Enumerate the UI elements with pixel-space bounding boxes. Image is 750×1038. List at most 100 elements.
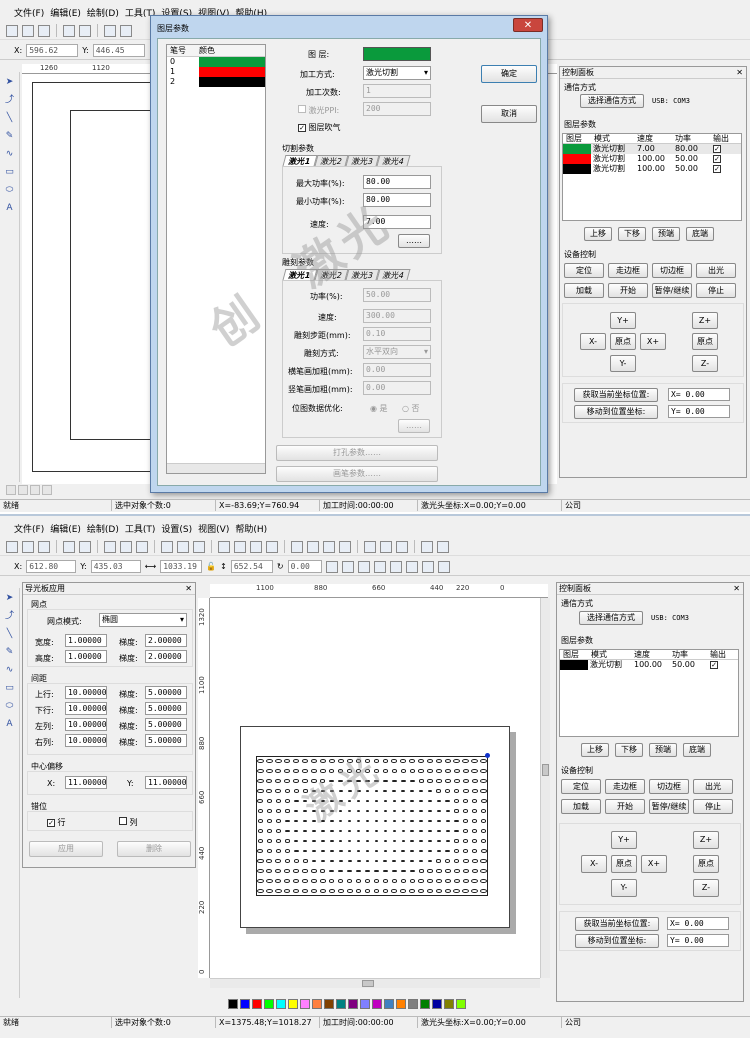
align-icon[interactable] <box>373 560 386 573</box>
layer-table-row[interactable]: 激光切割 100.00 50.00 ✓ <box>563 164 741 174</box>
menu-help[interactable]: 帮助(H) <box>235 522 267 535</box>
cancel-button[interactable]: 取消 <box>481 105 537 123</box>
y-coord-field[interactable]: 435.03 <box>90 560 141 573</box>
step-field[interactable]: 0.10 <box>363 327 431 341</box>
hand-pan-icon[interactable] <box>193 540 205 553</box>
y-position-field[interactable]: Y= 0.00 <box>668 405 730 418</box>
angle-field[interactable]: 0.00 <box>287 560 322 573</box>
pen-list-row[interactable]: 0 <box>167 57 265 67</box>
palette-swatch[interactable] <box>264 999 274 1009</box>
width-field[interactable]: 1033.19 <box>160 560 203 573</box>
canvas-vscrollbar[interactable] <box>540 598 550 978</box>
save-icon[interactable] <box>38 24 50 37</box>
width-gradient-field[interactable]: 2.00000 <box>145 634 187 647</box>
ppi-checkbox-row[interactable]: 激光PPI: <box>298 105 339 116</box>
copy-icon[interactable] <box>120 540 132 553</box>
tool-icon[interactable] <box>18 485 28 495</box>
height-field[interactable]: 652.54 <box>230 560 273 573</box>
mode-select[interactable]: 激光切割 ▾ <box>363 66 431 80</box>
palette-swatch[interactable] <box>240 999 250 1009</box>
new-file-icon[interactable] <box>6 24 18 37</box>
spacing-left-gradient-field[interactable]: 5.00000 <box>145 718 187 731</box>
menu-tools[interactable]: 工具(T) <box>125 522 156 535</box>
pen-list-row[interactable]: 1 <box>167 67 265 77</box>
move-up-button[interactable]: 上移 <box>581 743 609 757</box>
width-field[interactable]: 1.00000 <box>65 634 107 647</box>
palette-swatch[interactable] <box>348 999 358 1009</box>
export-icon[interactable] <box>79 24 91 37</box>
select-arrow-icon[interactable]: ➤ <box>4 592 16 604</box>
y-coord-field[interactable]: 446.45 <box>92 44 145 57</box>
palette-swatch[interactable] <box>300 999 310 1009</box>
menu-edit[interactable]: 编辑(E) <box>50 6 81 19</box>
import-icon[interactable] <box>63 540 75 553</box>
undo-icon[interactable] <box>161 540 173 553</box>
text-tool-icon[interactable]: A <box>4 202 16 214</box>
curve-icon[interactable]: ∿ <box>4 148 16 160</box>
path-icon[interactable] <box>380 540 392 553</box>
palette-swatch[interactable] <box>252 999 262 1009</box>
align-icon[interactable] <box>339 540 351 553</box>
z-plus-button[interactable]: Z+ <box>693 831 719 849</box>
palette-swatch[interactable] <box>432 999 442 1009</box>
menu-draw[interactable]: 绘制(D) <box>87 6 119 19</box>
col-checkbox[interactable] <box>119 817 127 825</box>
get-position-button[interactable]: 获取当前坐标位置: <box>575 917 659 931</box>
zoom-out-icon[interactable] <box>234 540 246 553</box>
x-minus-button[interactable]: X- <box>580 333 606 350</box>
pause-resume-button[interactable]: 暂停/继续 <box>652 283 692 298</box>
zoom-page-icon[interactable] <box>266 540 278 553</box>
cut-tab-laser1[interactable]: 激光1 <box>282 155 318 166</box>
monitor-icon[interactable] <box>437 540 449 553</box>
v-thick-field[interactable]: 0.00 <box>363 381 431 395</box>
import-icon[interactable] <box>63 24 75 37</box>
h-thick-field[interactable]: 0.00 <box>363 363 431 377</box>
palette-swatch[interactable] <box>384 999 394 1009</box>
node-edit-icon[interactable]: ⤴ <box>4 610 16 622</box>
text-tool-icon[interactable]: A <box>4 718 16 730</box>
z-minus-button[interactable]: Z- <box>692 355 718 372</box>
blow-checkbox[interactable]: ✓ <box>298 124 306 132</box>
select-comm-button[interactable]: 选择通信方式 <box>580 94 644 108</box>
x-coord-field[interactable]: 612.80 <box>26 560 77 573</box>
menu-edit[interactable]: 编辑(E) <box>50 522 81 535</box>
zoom-fit-icon[interactable] <box>250 540 262 553</box>
export-icon[interactable] <box>79 540 91 553</box>
palette-swatch[interactable] <box>288 999 298 1009</box>
align-icon[interactable] <box>323 540 335 553</box>
menu-view[interactable]: 视图(V) <box>198 522 229 535</box>
mirror-icon[interactable] <box>325 560 338 573</box>
canvas-hscrollbar[interactable] <box>210 978 540 988</box>
ppi-checkbox[interactable] <box>298 105 306 113</box>
layer-output-checkbox[interactable]: ✓ <box>713 145 721 153</box>
spacing-right-gradient-field[interactable]: 5.00000 <box>145 734 187 747</box>
align-icon[interactable] <box>421 560 434 573</box>
tool-icon[interactable] <box>6 485 16 495</box>
curve-icon[interactable]: ∿ <box>4 664 16 676</box>
bitmap-no-radio[interactable]: ○ 否 <box>402 403 420 414</box>
open-file-icon[interactable] <box>22 24 34 37</box>
z-origin-button[interactable]: 原点 <box>692 333 718 350</box>
pen-list-row[interactable]: 2 <box>167 77 265 87</box>
y-minus-button[interactable]: Y- <box>611 879 637 897</box>
palette-swatch[interactable] <box>228 999 238 1009</box>
punch-params-button[interactable]: 打孔参数…… <box>276 445 438 461</box>
engrave-power-field[interactable]: 50.00 <box>363 288 431 302</box>
palette-swatch[interactable] <box>336 999 346 1009</box>
z-minus-button[interactable]: Z- <box>693 879 719 897</box>
menu-file[interactable]: 文件(F) <box>14 522 44 535</box>
spacing-top-field[interactable]: 10.00000 <box>65 686 107 699</box>
menu-draw[interactable]: 绘制(D) <box>87 522 119 535</box>
palette-swatch[interactable] <box>312 999 322 1009</box>
lock-icon[interactable]: 🔓 <box>206 562 216 571</box>
y-plus-button[interactable]: Y+ <box>611 831 637 849</box>
menu-file[interactable]: 文件(F) <box>14 6 44 19</box>
blow-checkbox-row[interactable]: ✓ 图层吹气 <box>298 122 341 133</box>
move-down-button[interactable]: 下移 <box>615 743 643 757</box>
open-file-icon[interactable] <box>22 540 34 553</box>
stagger-col-checkbox[interactable]: 列 <box>119 817 138 828</box>
align-icon[interactable] <box>389 560 402 573</box>
scrollbar-thumb[interactable] <box>362 980 374 987</box>
line-icon[interactable]: ╲ <box>4 628 16 640</box>
start-button[interactable]: 开始 <box>608 283 648 298</box>
